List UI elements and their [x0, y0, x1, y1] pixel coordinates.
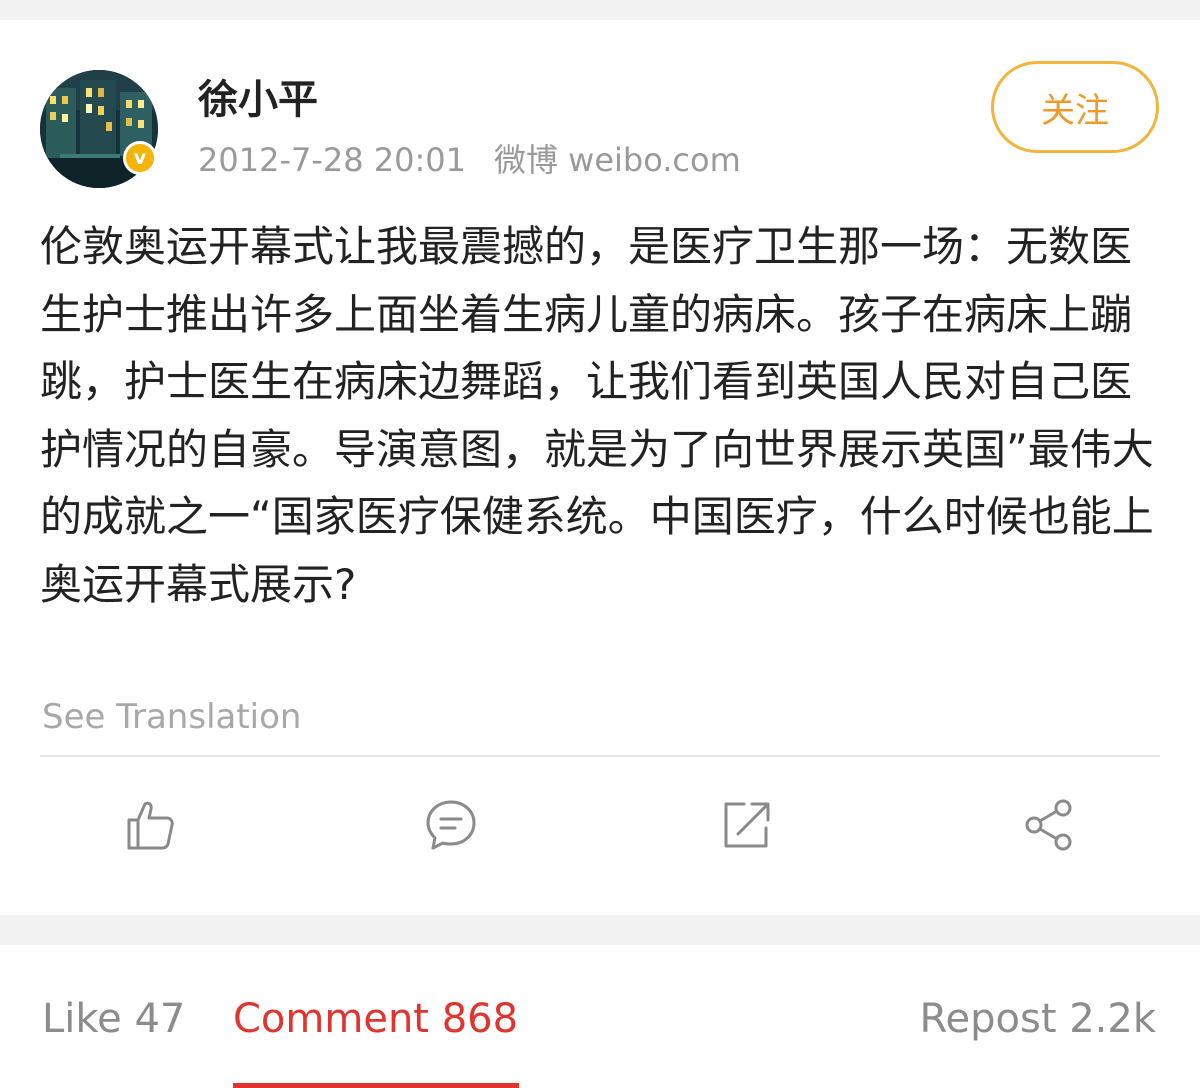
see-translation-link[interactable]: See Translation: [42, 694, 301, 740]
active-tab-indicator: [233, 1083, 519, 1088]
post-text: 伦敦奥运开幕式让我最震撼的，是医疗卫生那一场：无数医生护士推出许多上面坐着生病儿…: [40, 222, 1154, 609]
post-meta: 2012-7-28 20:01 微博 weibo.com: [198, 140, 741, 180]
top-gap: [0, 0, 1200, 20]
follow-button[interactable]: 关注: [991, 61, 1159, 153]
share-icon: [1025, 799, 1072, 851]
divider: [40, 755, 1160, 757]
author-name[interactable]: 徐小平: [198, 76, 318, 124]
tab-comment[interactable]: Comment 868: [233, 995, 518, 1043]
repost-button[interactable]: [720, 798, 774, 852]
verified-badge-icon: v: [123, 141, 157, 175]
like-button[interactable]: [123, 798, 177, 852]
post-source: 微博 weibo.com: [494, 141, 741, 179]
tab-like[interactable]: Like 47: [42, 995, 185, 1043]
post-timestamp: 2012-7-28 20:01: [198, 141, 466, 179]
repost-icon: [724, 802, 770, 848]
share-button[interactable]: [1022, 798, 1076, 852]
comment-button[interactable]: [424, 798, 478, 852]
interaction-tabs: Like 47 Comment 868 Repost 2.2k: [0, 945, 1200, 1088]
tab-repost[interactable]: Repost 2.2k: [920, 995, 1156, 1043]
comment-icon: [426, 800, 476, 850]
section-gap: [0, 915, 1200, 945]
like-icon: [127, 801, 174, 850]
